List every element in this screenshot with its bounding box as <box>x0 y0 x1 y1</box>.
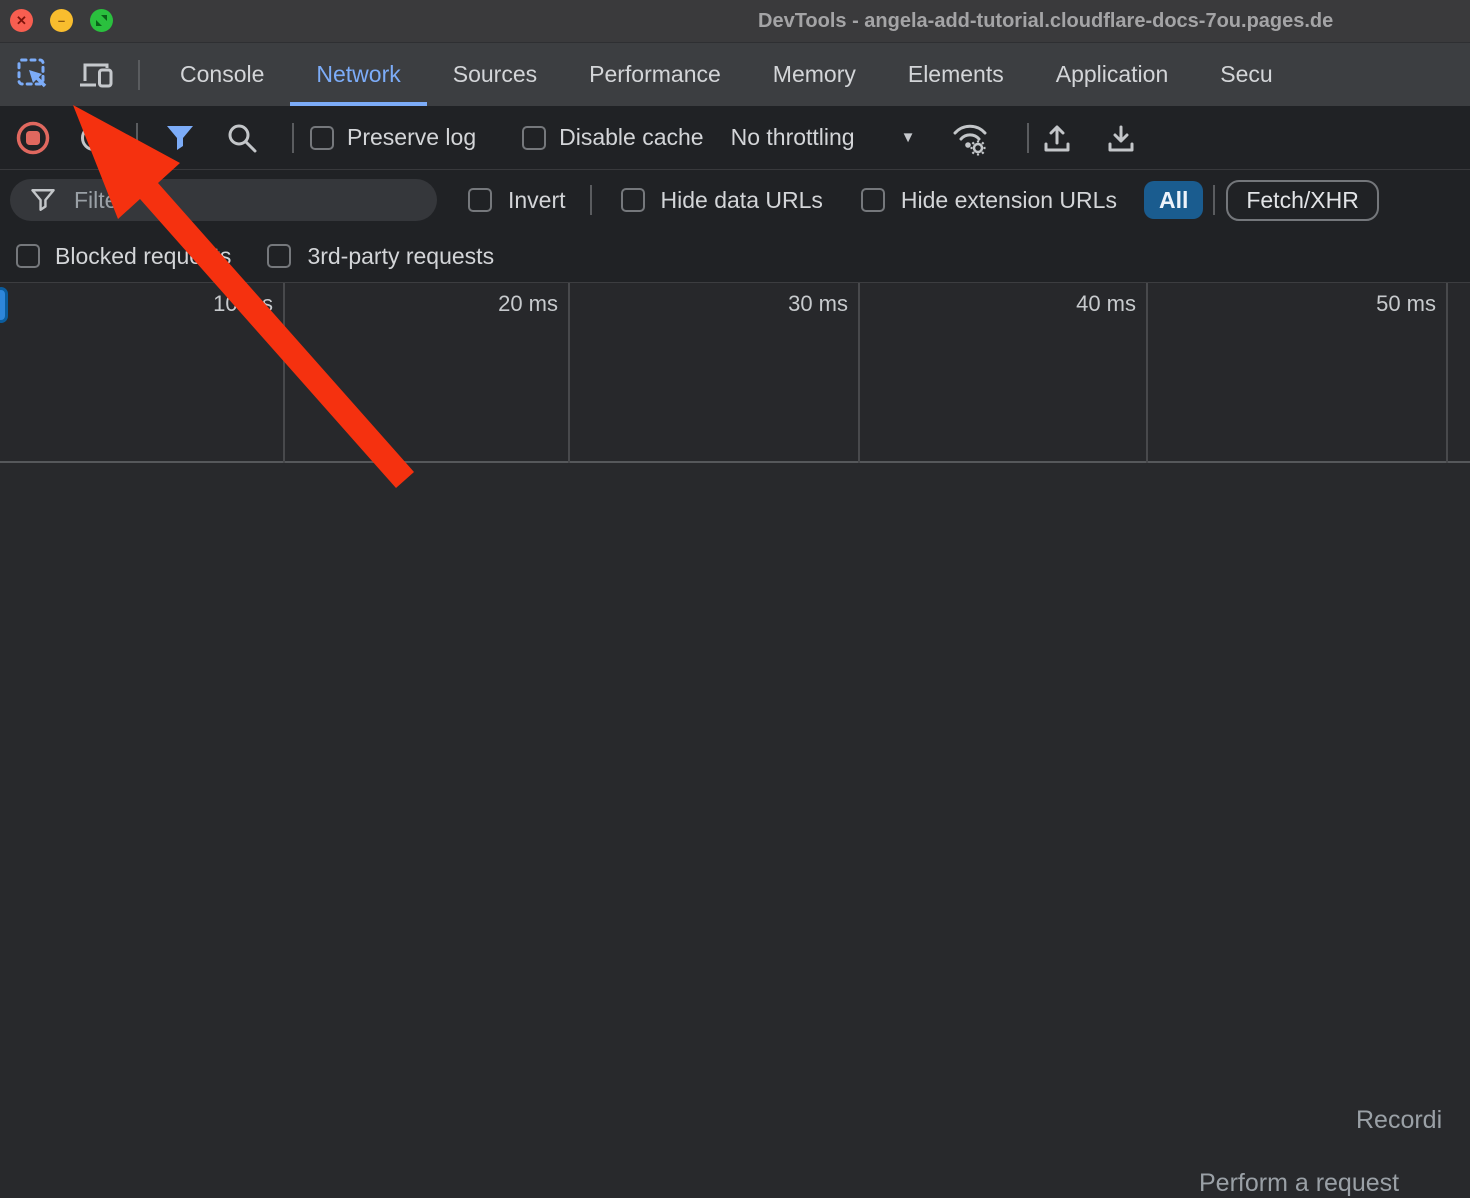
clear-network-log-button[interactable] <box>78 122 110 154</box>
minimize-window-button[interactable]: – <box>50 9 73 32</box>
tab-memory[interactable]: Memory <box>747 43 882 106</box>
network-log-empty-area: Recordi Perform a request <box>0 465 1470 960</box>
timeline-mark: 50 ms <box>1376 291 1436 317</box>
blocked-requests-label[interactable]: Blocked requests <box>55 243 231 270</box>
invert-checkbox[interactable] <box>468 188 492 212</box>
inspect-element-button[interactable] <box>14 56 54 94</box>
third-party-requests-label[interactable]: 3rd-party requests <box>307 243 494 270</box>
zoom-icon <box>95 14 108 27</box>
import-har-button[interactable] <box>1041 122 1073 154</box>
hide-extension-urls-checkbox[interactable] <box>861 188 885 212</box>
search-icon <box>226 122 258 154</box>
search-network-button[interactable] <box>226 122 258 154</box>
filter-input-funnel-icon <box>30 187 56 213</box>
tab-sources[interactable]: Sources <box>427 43 563 106</box>
tab-network[interactable]: Network <box>290 43 426 106</box>
zoom-window-button[interactable] <box>90 9 113 32</box>
import-har-icon <box>1041 122 1073 154</box>
filter-input-container[interactable] <box>10 179 437 221</box>
timeline-column: 40 ms <box>862 283 1148 463</box>
hide-extension-urls-label[interactable]: Hide extension URLs <box>901 187 1117 214</box>
panel-tabs: Console Network Sources Performance Memo… <box>154 43 1299 106</box>
tab-performance[interactable]: Performance <box>563 43 747 106</box>
timeline-mark: 30 ms <box>788 291 848 317</box>
network-toolbar: Preserve log Disable cache No throttling… <box>0 106 1470 170</box>
hide-data-urls-checkbox[interactable] <box>621 188 645 212</box>
tab-elements[interactable]: Elements <box>882 43 1030 106</box>
toolbar-separator <box>138 60 140 90</box>
record-stop-icon <box>16 121 50 155</box>
third-party-requests-checkbox[interactable] <box>267 244 291 268</box>
timeline-column: 10 ms <box>0 283 285 463</box>
export-har-button[interactable] <box>1105 122 1137 154</box>
timeline-column: 20 ms <box>287 283 570 463</box>
devtools-tabbar: Console Network Sources Performance Memo… <box>0 42 1470 106</box>
toolbar-separator <box>1027 123 1029 153</box>
blocked-requests-checkbox[interactable] <box>16 244 40 268</box>
empty-state-recording-text: Recordi <box>1356 1106 1442 1135</box>
network-conditions-icon <box>951 120 989 156</box>
timeline-selection-handle <box>0 287 8 323</box>
clear-icon <box>78 122 110 154</box>
record-network-log-button[interactable] <box>16 121 50 155</box>
disable-cache-label[interactable]: Disable cache <box>559 124 703 151</box>
request-type-all-chip[interactable]: All <box>1144 181 1203 219</box>
timeline-mark: 20 ms <box>498 291 558 317</box>
tab-application[interactable]: Application <box>1030 43 1195 106</box>
device-toolbar-button[interactable] <box>76 58 116 92</box>
network-conditions-button[interactable] <box>951 120 989 156</box>
filter-toggle-button[interactable] <box>164 122 196 154</box>
close-window-button[interactable]: ✕ <box>10 9 33 32</box>
timeline-mark: 40 ms <box>1076 291 1136 317</box>
preserve-log-checkbox[interactable] <box>310 126 334 150</box>
timeline-mark: 10 ms <box>213 291 273 317</box>
filter-funnel-icon <box>164 122 196 154</box>
tab-console[interactable]: Console <box>154 43 290 106</box>
inspect-icon <box>15 56 53 94</box>
window-title: DevTools - angela-add-tutorial.cloudflar… <box>758 0 1333 42</box>
timeline-column: 30 ms <box>572 283 860 463</box>
preserve-log-label[interactable]: Preserve log <box>347 124 476 151</box>
throttling-caret-icon[interactable]: ▼ <box>901 129 916 146</box>
export-har-icon <box>1105 122 1137 154</box>
network-filter-row: Invert Hide data URLs Hide extension URL… <box>0 170 1470 230</box>
throttling-select[interactable]: No throttling <box>731 124 855 151</box>
window-controls: ✕ – <box>10 9 113 32</box>
disable-cache-checkbox[interactable] <box>522 126 546 150</box>
network-overview-timeline[interactable]: 10 ms 20 ms 30 ms 40 ms 50 ms <box>0 283 1470 463</box>
timeline-column: 50 ms <box>1150 283 1448 463</box>
tab-security[interactable]: Secu <box>1194 43 1298 106</box>
empty-state-hint-text: Perform a request <box>1199 1169 1399 1198</box>
invert-label[interactable]: Invert <box>508 187 566 214</box>
filter-input[interactable] <box>72 186 412 215</box>
window-titlebar: ✕ – DevTools - angela-add-tutorial.cloud… <box>0 0 1470 42</box>
toolbar-separator <box>292 123 294 153</box>
more-filters-row: Blocked requests 3rd-party requests <box>0 230 1470 283</box>
toolbar-separator <box>1213 185 1215 215</box>
request-type-fetch-xhr-chip[interactable]: Fetch/XHR <box>1226 180 1378 221</box>
hide-data-urls-label[interactable]: Hide data URLs <box>661 187 823 214</box>
device-toolbar-icon <box>77 58 115 92</box>
toolbar-separator <box>136 123 138 153</box>
toolbar-separator <box>590 185 592 215</box>
